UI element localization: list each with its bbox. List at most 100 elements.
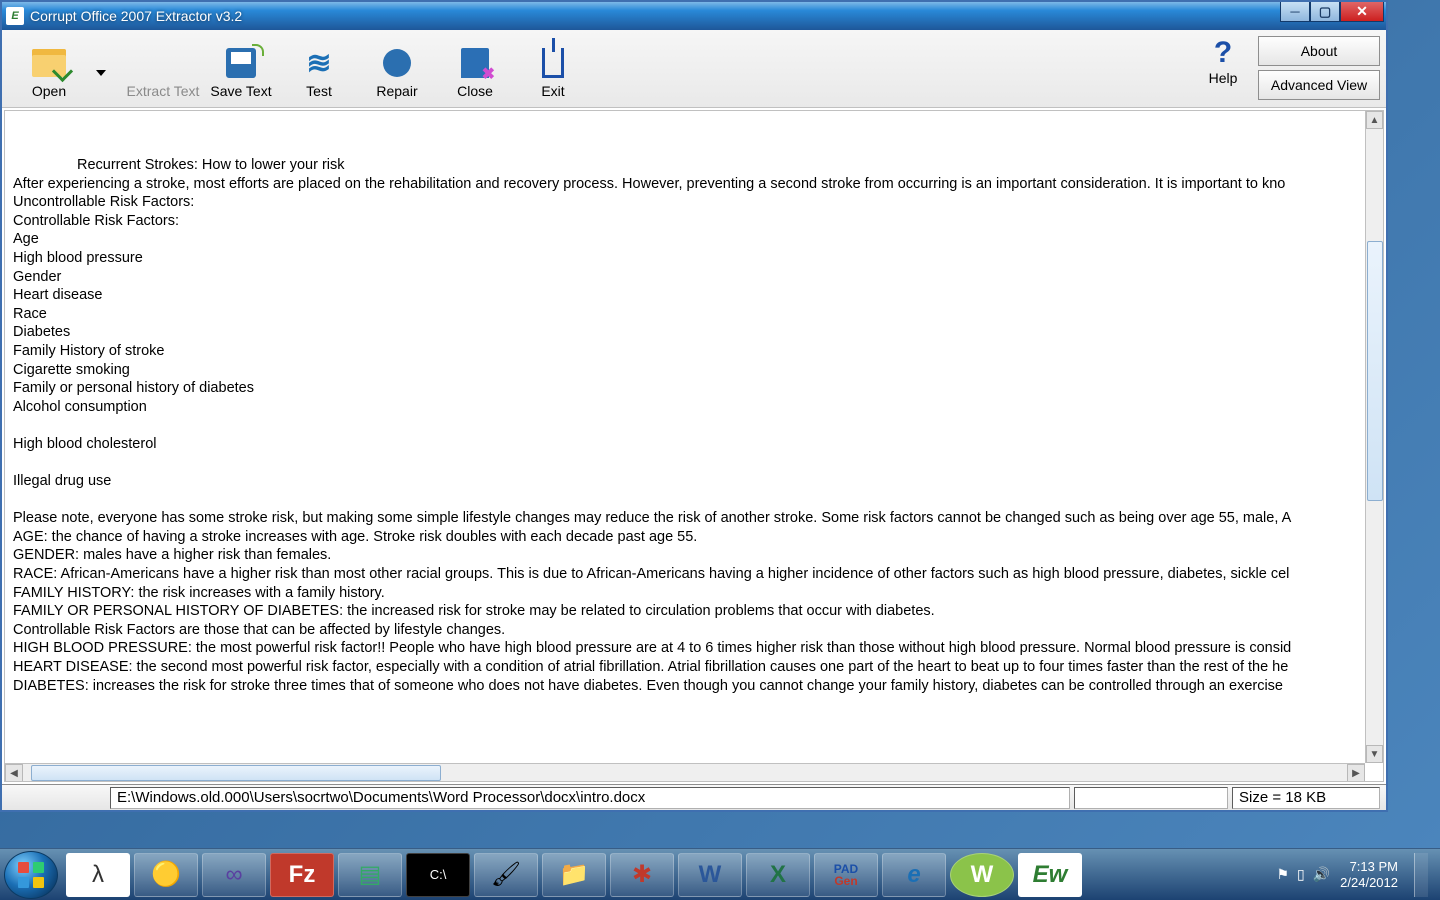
app-window: E Corrupt Office 2007 Extractor v3.2 ─ ▢… — [0, 0, 1388, 812]
document-line: Alcohol consumption — [13, 398, 1365, 417]
taskbar-app-cmd[interactable]: C:\ — [406, 853, 470, 897]
document-line: Age — [13, 230, 1365, 249]
document-text[interactable]: Recurrent Strokes: How to lower your ris… — [5, 111, 1365, 763]
exit-icon — [535, 45, 571, 81]
save-icon — [223, 45, 259, 81]
open-dropdown-icon[interactable] — [96, 70, 106, 76]
taskbar-app-splat[interactable]: ✱ — [610, 853, 674, 897]
close-label: Close — [457, 83, 493, 99]
taskbar[interactable]: λ 🟡 ∞ Fz ▤ C:\ 🖌 📁 ✱ W X PADGen e W Ew ⚑… — [0, 848, 1440, 900]
document-line: Race — [13, 305, 1365, 324]
app-icon: E — [6, 7, 24, 25]
taskbar-app-ie[interactable]: e — [882, 853, 946, 897]
taskbar-app-chrome[interactable]: 🟡 — [134, 853, 198, 897]
start-button[interactable] — [4, 851, 58, 899]
window-close-button[interactable]: ✕ — [1340, 2, 1384, 22]
tray-icons[interactable]: ⚑ ▯ 🔊 — [1276, 866, 1330, 883]
document-line — [13, 454, 1365, 473]
document-area: Recurrent Strokes: How to lower your ris… — [4, 110, 1384, 782]
tray-volume-icon[interactable]: 🔊 — [1313, 866, 1330, 883]
tray-time: 7:13 PM — [1340, 859, 1398, 875]
help-icon: ? — [1214, 36, 1232, 70]
document-line: Gender — [13, 268, 1365, 287]
status-bar: E:\Windows.old.000\Users\socrtwo\Documen… — [2, 784, 1386, 810]
help-button[interactable]: ? Help — [1196, 36, 1250, 100]
repair-button[interactable]: Repair — [358, 45, 436, 101]
scroll-left-icon[interactable]: ◀ — [5, 764, 23, 782]
document-line: FAMILY HISTORY: the risk increases with … — [13, 584, 1365, 603]
tray-battery-icon[interactable]: ▯ — [1297, 866, 1305, 883]
document-line: High blood cholesterol — [13, 435, 1365, 454]
document-line: Controllable Risk Factors are those that… — [13, 621, 1365, 640]
taskbar-app-w[interactable]: W — [950, 853, 1014, 897]
document-line: Recurrent Strokes: How to lower your ris… — [13, 156, 1365, 175]
extract-text-icon — [145, 45, 181, 81]
open-button[interactable]: Open — [10, 45, 88, 101]
test-icon: ≋ — [301, 45, 337, 81]
taskbar-app-filezilla[interactable]: Fz — [270, 853, 334, 897]
extract-text-label: Extract Text — [127, 83, 200, 99]
title-bar[interactable]: E Corrupt Office 2007 Extractor v3.2 ─ ▢… — [2, 2, 1386, 30]
open-icon — [31, 45, 67, 81]
document-line: Illegal drug use — [13, 472, 1365, 491]
document-line: Controllable Risk Factors: — [13, 212, 1365, 231]
test-label: Test — [306, 83, 332, 99]
taskbar-app-padgen[interactable]: PADGen — [814, 853, 878, 897]
document-line: Cigarette smoking — [13, 361, 1365, 380]
document-line — [13, 491, 1365, 510]
extract-text-button: Extract Text — [124, 45, 202, 101]
document-line: GENDER: males have a higher risk than fe… — [13, 546, 1365, 565]
document-line: Uncontrollable Risk Factors: — [13, 193, 1365, 212]
taskbar-app-extractor[interactable]: Ew — [1018, 853, 1082, 897]
taskbar-app-notepad[interactable]: ▤ — [338, 853, 402, 897]
minimize-button[interactable]: ─ — [1280, 2, 1310, 22]
document-line: Family or personal history of diabetes — [13, 379, 1365, 398]
exit-button[interactable]: Exit — [514, 45, 592, 101]
scroll-right-icon[interactable]: ▶ — [1347, 764, 1365, 782]
status-size: Size = 18 KB — [1232, 787, 1380, 809]
taskbar-app-word[interactable]: W — [678, 853, 742, 897]
horizontal-scrollbar[interactable]: ◀ ▶ — [5, 763, 1365, 781]
taskbar-app-paint[interactable]: 🖌 — [474, 853, 538, 897]
taskbar-app-excel[interactable]: X — [746, 853, 810, 897]
vertical-scrollbar[interactable]: ▲ ▼ — [1365, 111, 1383, 763]
taskbar-app-explorer[interactable]: 📁 — [542, 853, 606, 897]
document-line: HIGH BLOOD PRESSURE: the most powerful r… — [13, 639, 1365, 658]
document-line — [13, 416, 1365, 435]
document-line: Diabetes — [13, 323, 1365, 342]
show-desktop-button[interactable] — [1414, 853, 1428, 897]
document-line: Heart disease — [13, 286, 1365, 305]
save-text-button[interactable]: Save Text — [202, 45, 280, 101]
close-button[interactable]: Close — [436, 45, 514, 101]
document-line: After experiencing a stroke, most effort… — [13, 175, 1365, 194]
repair-label: Repair — [376, 83, 417, 99]
scroll-down-icon[interactable]: ▼ — [1366, 745, 1383, 763]
document-line: Please note, everyone has some stroke ri… — [13, 509, 1365, 528]
save-text-label: Save Text — [210, 83, 271, 99]
document-line: DIABETES: increases the risk for stroke … — [13, 677, 1365, 696]
taskbar-app-lambda[interactable]: λ — [66, 853, 130, 897]
close-doc-icon — [457, 45, 493, 81]
taskbar-app-infinity[interactable]: ∞ — [202, 853, 266, 897]
tray-date: 2/24/2012 — [1340, 875, 1398, 891]
document-line: Family History of stroke — [13, 342, 1365, 361]
maximize-button[interactable]: ▢ — [1310, 2, 1340, 22]
document-line: RACE: African-Americans have a higher ri… — [13, 565, 1365, 584]
repair-icon — [379, 45, 415, 81]
system-tray[interactable]: ⚑ ▯ 🔊 7:13 PM 2/24/2012 — [1276, 853, 1436, 897]
tray-flag-icon[interactable]: ⚑ — [1276, 866, 1289, 883]
test-button[interactable]: ≋ Test — [280, 45, 358, 101]
about-button[interactable]: About — [1258, 36, 1380, 66]
document-line: FAMILY OR PERSONAL HISTORY OF DIABETES: … — [13, 602, 1365, 621]
help-label: Help — [1209, 70, 1238, 86]
open-label: Open — [32, 83, 66, 99]
vscroll-thumb[interactable] — [1367, 241, 1383, 501]
hscroll-thumb[interactable] — [31, 765, 441, 781]
toolbar: Open Extract Text Save Text ≋ Test Repai… — [2, 30, 1386, 108]
scroll-up-icon[interactable]: ▲ — [1366, 111, 1383, 129]
advanced-view-button[interactable]: Advanced View — [1258, 70, 1380, 100]
window-title: Corrupt Office 2007 Extractor v3.2 — [30, 8, 242, 24]
document-line: HEART DISEASE: the second most powerful … — [13, 658, 1365, 677]
exit-label: Exit — [541, 83, 564, 99]
tray-clock[interactable]: 7:13 PM 2/24/2012 — [1340, 859, 1398, 891]
